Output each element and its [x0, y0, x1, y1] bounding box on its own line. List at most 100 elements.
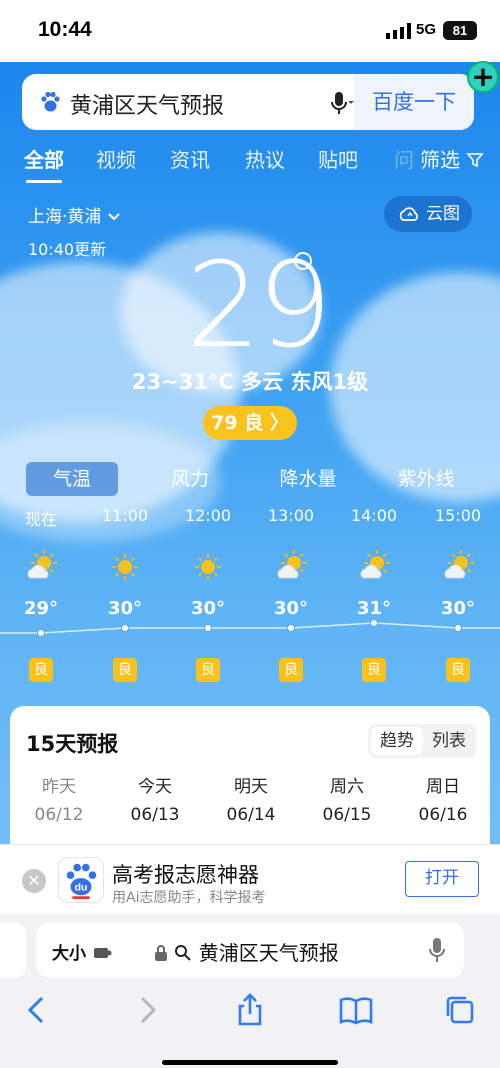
temperature-point: [370, 619, 378, 627]
lock-icon: [155, 945, 167, 961]
temperature-point: [287, 624, 295, 632]
day-name: 周六: [330, 777, 364, 797]
hour-time: 11:00: [101, 506, 149, 525]
temperature-line-path: [0, 622, 500, 634]
update-time: 10:40更新: [28, 240, 107, 259]
air-quality-tag: 良: [196, 658, 220, 682]
home-indicator: [162, 1060, 338, 1065]
share-icon[interactable]: [232, 992, 268, 1028]
forecast-day[interactable]: 周日 06/16: [398, 772, 488, 825]
tab-temperature[interactable]: 气温: [26, 462, 118, 496]
signal-icon: [386, 23, 411, 39]
day-date: 06/14: [226, 805, 276, 825]
air-quality-tag: 良: [113, 658, 137, 682]
extension-icon: [93, 948, 112, 958]
tab-tieba[interactable]: 贴吧: [318, 144, 358, 173]
chevron-down-icon: [108, 213, 120, 221]
temperature-point: [204, 624, 212, 632]
hour-time: 12:00: [184, 506, 232, 525]
cloud-map-label: 云图: [426, 204, 460, 224]
bookmarks-icon[interactable]: [338, 992, 374, 1028]
day-name: 昨天: [42, 777, 76, 797]
close-icon[interactable]: ✕: [22, 869, 46, 893]
tab-all[interactable]: 全部: [24, 144, 64, 173]
address-url[interactable]: 黄浦区天气预报: [154, 937, 339, 966]
battery-indicator: 81: [443, 21, 477, 40]
air-quality-tag: 良: [362, 658, 386, 682]
air-quality-tag: 良: [29, 658, 53, 682]
air-quality-badge[interactable]: 79 良 〉: [203, 406, 297, 440]
day-name: 今天: [138, 777, 172, 797]
search-bar[interactable]: 黄浦区天气预报 百度一下: [22, 74, 474, 130]
air-quality-tag: 良: [446, 658, 470, 682]
status-time: 10:44: [38, 18, 92, 41]
open-app-button[interactable]: 打开: [405, 861, 479, 897]
address-bar[interactable]: 大小 黄浦区天气预报: [36, 922, 464, 978]
add-icon[interactable]: +: [467, 61, 499, 93]
active-tab-indicator: [26, 180, 62, 183]
search-icon: [175, 945, 192, 961]
tab-precipitation[interactable]: 降水量: [262, 462, 354, 496]
forecast-day[interactable]: 明天 06/14: [206, 772, 296, 825]
tab-more[interactable]: 问: [394, 144, 414, 173]
forecast-day[interactable]: 周六 06/15: [302, 772, 392, 825]
day-name: 明天: [234, 777, 268, 797]
microphone-icon[interactable]: [328, 90, 354, 116]
sun-icon: [112, 554, 138, 580]
voice-input-icon[interactable]: [428, 937, 446, 963]
baidu-app-logo: du: [58, 857, 104, 903]
view-trend-button[interactable]: 趋势: [371, 727, 423, 755]
forecast-day[interactable]: 今天 06/13: [110, 772, 200, 825]
status-bar: 10:44 5G 81: [0, 0, 500, 62]
text-size-label: 大小: [52, 944, 86, 964]
filter-button[interactable]: 筛选: [420, 144, 485, 173]
temperature-point: [121, 624, 129, 632]
view-list-button[interactable]: 列表: [425, 727, 473, 755]
text-size-button[interactable]: 大小: [52, 939, 112, 964]
degree-symbol: [294, 252, 312, 270]
address-text: 黄浦区天气预报: [198, 941, 339, 965]
back-icon[interactable]: [20, 992, 56, 1028]
partly-cloudy-icon: [360, 550, 390, 579]
app-promo-banner: ✕ du 高考报志愿神器 用Ai志愿助手，科学报考 打开: [0, 844, 500, 914]
filter-icon: [466, 153, 485, 168]
forecast-title: 15天预报: [26, 732, 119, 756]
day-name: 周日: [426, 777, 460, 797]
air-quality-tag: 良: [279, 658, 303, 682]
forward-icon[interactable]: [128, 992, 164, 1028]
temperature-point: [454, 624, 462, 632]
hour-time: 13:00: [267, 506, 315, 525]
tabs-icon[interactable]: [442, 992, 478, 1028]
tab-news[interactable]: 资讯: [170, 144, 210, 173]
partly-cloudy-icon: [444, 550, 474, 579]
svg-text:du: du: [75, 882, 88, 894]
tab-discussion[interactable]: 热议: [245, 144, 285, 173]
hour-time: 15:00: [434, 506, 482, 525]
search-button[interactable]: 百度一下: [354, 74, 474, 130]
location-name: 上海·黄浦: [28, 207, 102, 227]
temperature-line: [0, 619, 500, 637]
previous-tab[interactable]: [0, 922, 26, 978]
weather-summary: 23~31°C 多云 东风1级: [131, 370, 369, 394]
temperature-point: [37, 629, 45, 637]
cloud-map-button[interactable]: 云图: [384, 196, 472, 232]
filter-label: 筛选: [420, 148, 460, 172]
network-type: 5G: [416, 21, 437, 38]
browser-toolbar: 大小 黄浦区天气预报: [0, 914, 500, 1068]
partly-cloudy-icon: [277, 550, 307, 579]
tab-uv[interactable]: 紫外线: [380, 462, 472, 496]
search-input[interactable]: 黄浦区天气预报: [70, 88, 224, 120]
search-tabs: 全部 视频 资讯 热议 贴吧 问 筛选: [0, 144, 500, 184]
cloud-map-icon: [399, 207, 418, 221]
sun-icon: [195, 554, 221, 580]
promo-subtitle: 用Ai志愿助手，科学报考: [112, 890, 266, 906]
promo-title: 高考报志愿神器: [112, 863, 259, 887]
day-date: 06/12: [34, 805, 84, 825]
day-date: 06/13: [130, 805, 180, 825]
view-toggle: 趋势 列表: [368, 724, 476, 758]
tab-wind[interactable]: 风力: [144, 462, 236, 496]
tab-video[interactable]: 视频: [96, 144, 136, 173]
forecast-day[interactable]: 昨天 06/12: [14, 772, 104, 825]
baidu-paw-icon: [41, 91, 60, 112]
location-selector[interactable]: 上海·黄浦: [28, 202, 121, 227]
